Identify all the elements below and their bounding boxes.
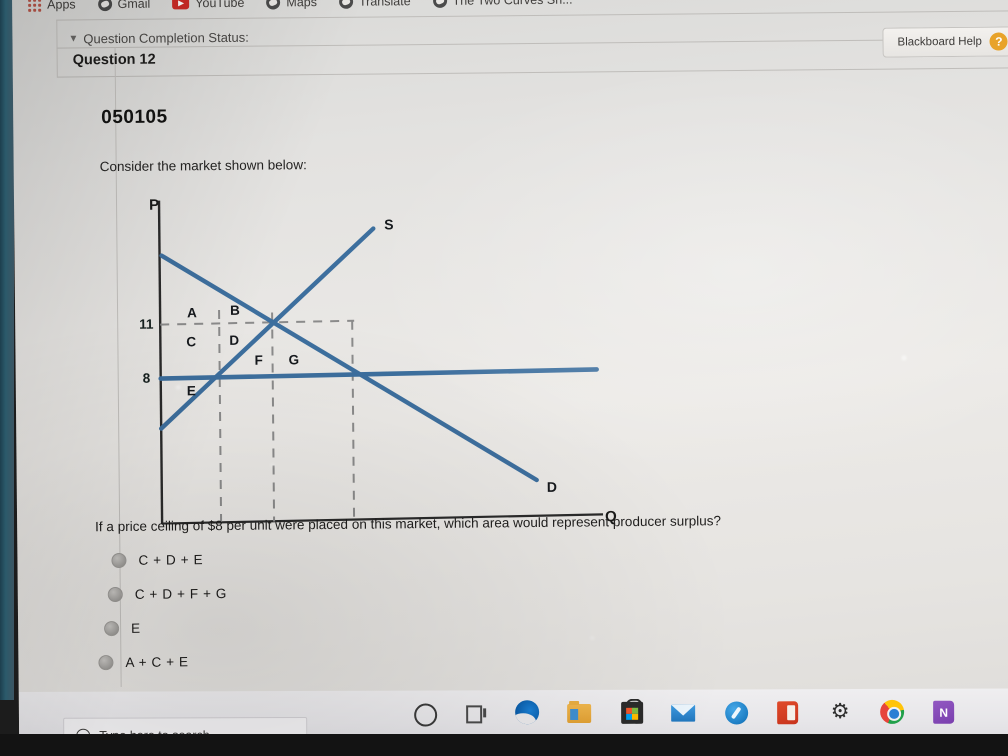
bookmark-youtube[interactable]: YouTube — [172, 0, 244, 10]
file-explorer-icon[interactable] — [567, 700, 593, 726]
area-label-e: E — [186, 383, 196, 399]
y-tick-8: 8 — [142, 370, 151, 386]
office-icon[interactable] — [775, 699, 801, 725]
chevron-down-icon: ▼ — [68, 33, 79, 45]
gridline-q2 — [271, 312, 276, 522]
blackboard-help-label: Blackboard Help — [897, 35, 982, 49]
globe-icon — [97, 0, 112, 12]
gridline-q1 — [218, 310, 223, 523]
settings-gear-icon[interactable]: ⚙ — [827, 699, 853, 725]
monitor-bezel — [0, 0, 14, 700]
y-tick-11: 11 — [139, 316, 154, 332]
globe-icon — [338, 0, 354, 9]
radio-button[interactable] — [98, 654, 114, 670]
option-row[interactable]: A + C + E — [98, 641, 518, 679]
option-row[interactable]: C + D + F + G — [107, 573, 518, 611]
area-label-b: B — [229, 302, 240, 318]
panel-divider — [56, 67, 1008, 78]
y-axis-label: P — [148, 196, 160, 214]
gridline-q3 — [351, 320, 356, 520]
supply-demand-chart: P Q 11 8 S D A B C D F G E — [98, 166, 661, 526]
demand-curve — [159, 253, 539, 483]
answer-options: C + D + E C + D + F + G E A + C + E — [97, 539, 518, 679]
screen-content: _1&course_id=_299864_1&content_id=_11015… — [12, 0, 1008, 744]
bookmark-the-two-curves[interactable]: The Two Curves Sh... — [432, 0, 573, 8]
globe-icon — [266, 0, 281, 10]
question-completion-status[interactable]: ▼ Question Completion Status: — [68, 30, 249, 47]
completion-status-label: Question Completion Status: — [83, 29, 249, 47]
bookmark-label: YouTube — [195, 0, 245, 11]
cortana-icon[interactable] — [411, 701, 438, 727]
option-label: E — [131, 620, 141, 636]
microsoft-store-icon[interactable] — [619, 700, 645, 726]
price-ceiling-line — [158, 367, 599, 381]
screen-photo: _1&course_id=_299864_1&content_id=_11015… — [0, 0, 1008, 756]
option-label: C + D + E — [138, 551, 204, 568]
option-label: C + D + F + G — [134, 585, 228, 602]
bookmark-label: Translate — [358, 0, 411, 9]
edge-icon[interactable] — [515, 700, 541, 726]
taskbar-icons: ⚙ N — [411, 699, 957, 727]
area-label-d: D — [229, 332, 240, 348]
question-code: 050105 — [101, 106, 168, 129]
bookmark-label: Maps — [286, 0, 318, 10]
bookmark-gmail[interactable]: Gmail — [97, 0, 151, 12]
radio-button[interactable] — [111, 552, 127, 568]
area-label-c: C — [186, 334, 197, 350]
blackboard-help-button[interactable]: Blackboard Help ? — [882, 26, 1008, 58]
bookmark-label: Apps — [47, 0, 76, 12]
supply-curve — [158, 226, 376, 431]
area-label-f: F — [254, 352, 263, 368]
question-panel: ▼ Question Completion Status: Question 1… — [56, 10, 1008, 691]
apps-grid-icon — [28, 0, 42, 12]
photo-dark-edge — [0, 734, 1008, 756]
help-icon: ? — [989, 32, 1008, 51]
onenote-icon[interactable]: N — [931, 699, 957, 725]
globe-icon — [432, 0, 447, 8]
radio-button[interactable] — [104, 620, 120, 636]
demand-curve-label: D — [546, 478, 557, 495]
bookmark-label: Gmail — [117, 0, 151, 11]
option-row[interactable]: E — [104, 607, 518, 645]
page-title: Question 12 — [72, 51, 156, 69]
bookmark-maps[interactable]: Maps — [266, 0, 317, 10]
bookmark-label: The Two Curves Sh... — [452, 0, 573, 8]
supply-curve-label: S — [384, 216, 394, 233]
chart-svg — [157, 200, 604, 525]
gridline-price-11 — [160, 319, 355, 326]
mail-icon[interactable] — [671, 700, 697, 726]
y-axis — [157, 200, 164, 524]
option-label: A + C + E — [125, 653, 189, 670]
area-label-g: G — [288, 352, 300, 368]
chrome-icon[interactable] — [879, 699, 905, 725]
youtube-icon — [172, 0, 190, 10]
task-view-icon[interactable] — [463, 700, 489, 726]
tool-icon[interactable] — [723, 699, 749, 725]
bookmark-apps[interactable]: Apps — [28, 0, 76, 12]
option-row[interactable]: C + D + E — [111, 539, 517, 577]
bookmark-translate[interactable]: Translate — [338, 0, 411, 9]
area-label-a: A — [187, 305, 197, 321]
radio-button[interactable] — [107, 586, 123, 602]
